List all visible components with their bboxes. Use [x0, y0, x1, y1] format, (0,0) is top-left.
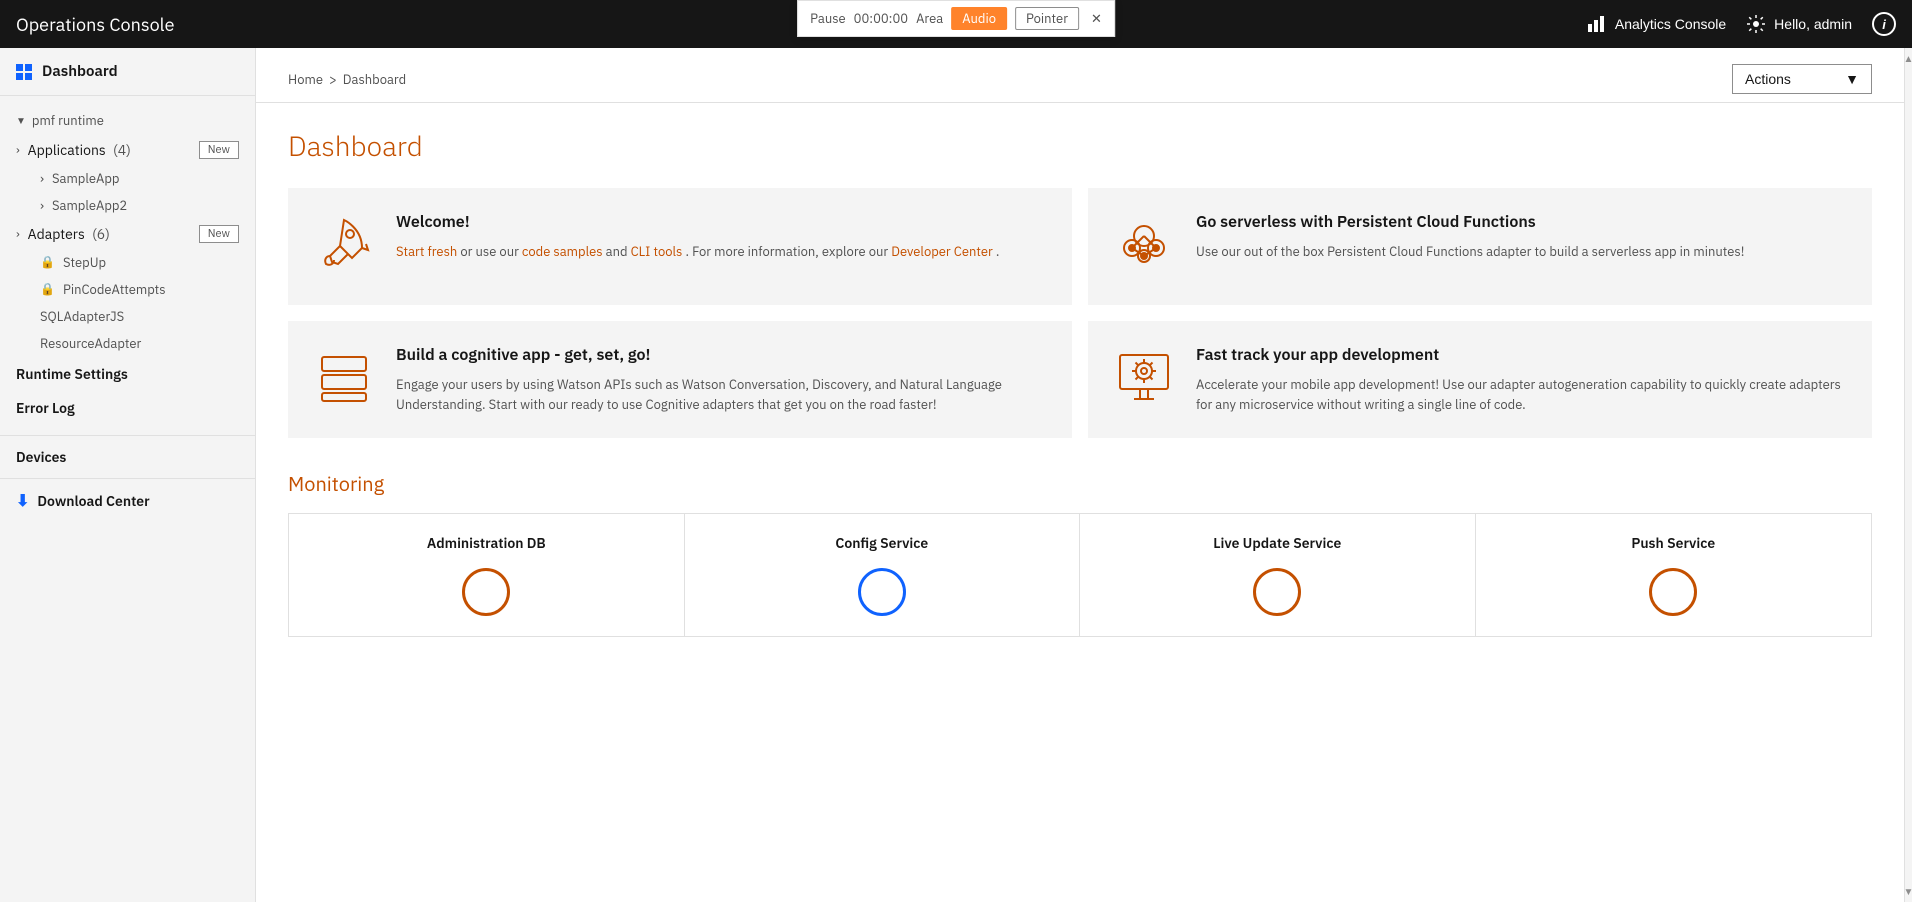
sidebar-item-sqladapter[interactable]: SQLAdapterJS	[0, 303, 255, 330]
area-label: Area	[916, 10, 943, 27]
monitoring-title: Monitoring	[288, 470, 1872, 497]
sidebar: Dashboard ▼ pmf runtime › Applications (…	[0, 48, 256, 902]
breadcrumb-current: Dashboard	[343, 71, 406, 88]
chevron-down-icon: ▼	[16, 114, 26, 127]
pointer-button[interactable]: Pointer	[1015, 7, 1079, 30]
audio-button[interactable]: Audio	[951, 7, 1007, 30]
main-layout: Dashboard ▼ pmf runtime › Applications (…	[0, 48, 1912, 902]
applications-row[interactable]: › Applications (4) New	[0, 135, 255, 165]
sidebar-dashboard-label: Dashboard	[42, 62, 118, 81]
cognitive-card-body: Engage your users by using Watson APIs s…	[396, 375, 1048, 414]
hello-label: Hello, admin	[1774, 16, 1852, 32]
chevron-down-icon: ▼	[1845, 71, 1859, 87]
info-icon: i	[1882, 17, 1886, 32]
start-fresh-link[interactable]: Start fresh	[396, 243, 457, 260]
fasttrack-card: Fast track your app development Accelera…	[1088, 321, 1872, 438]
info-button[interactable]: i	[1872, 12, 1896, 36]
sampleapp-chevron: ›	[40, 170, 44, 187]
adapters-chevron: ›	[16, 227, 20, 242]
welcome-card: Welcome! Start fresh or use our code sam…	[288, 188, 1072, 305]
fasttrack-card-title: Fast track your app development	[1196, 345, 1848, 365]
cognitive-card: Build a cognitive app - get, set, go! En…	[288, 321, 1072, 438]
serverless-card-body: Use our out of the box Persistent Cloud …	[1196, 242, 1744, 262]
breadcrumb: Home > Dashboard	[288, 71, 406, 88]
sidebar-dashboard[interactable]: Dashboard	[0, 48, 255, 96]
gear-monitor-icon	[1112, 345, 1176, 414]
sidebar-item-resourceadapter[interactable]: ResourceAdapter	[0, 330, 255, 357]
cli-tools-link[interactable]: CLI tools	[631, 243, 683, 260]
analytics-console-button[interactable]: Analytics Console	[1587, 14, 1726, 34]
topbar-left: Operations Console	[16, 13, 174, 36]
sidebar-item-stepup[interactable]: 🔒 StepUp	[0, 249, 255, 276]
config-service-indicator	[858, 568, 906, 616]
topbar: Operations Console Pause 00:00:00 Area A…	[0, 0, 1912, 48]
page-title: Dashboard	[288, 127, 1872, 164]
lock-icon: 🔒	[40, 255, 55, 270]
grid-icon	[16, 64, 32, 80]
monitoring-config-service: Config Service	[685, 514, 1081, 636]
actions-label: Actions	[1745, 71, 1791, 87]
runtime-label: pmf runtime	[32, 112, 104, 129]
runtime-section: ▼ pmf runtime › Applications (4) New › S…	[0, 96, 255, 436]
applications-badge: New	[199, 141, 239, 159]
monitoring-live-update: Live Update Service	[1080, 514, 1476, 636]
monitoring-admin-db: Administration DB	[289, 514, 685, 636]
sidebar-item-error-log[interactable]: Error Log	[0, 391, 255, 425]
serverless-card: Go serverless with Persistent Cloud Func…	[1088, 188, 1872, 305]
adapters-label: Adapters (6)	[28, 225, 110, 243]
sampleapp2-chevron: ›	[40, 197, 44, 214]
time-display: 00:00:00	[854, 10, 908, 27]
main-content: Home > Dashboard Actions ▼ Dashboard	[256, 48, 1904, 902]
welcome-card-title: Welcome!	[396, 212, 999, 232]
sidebar-item-devices[interactable]: Devices	[0, 436, 255, 479]
overlay-close-button[interactable]: ✕	[1091, 10, 1102, 27]
download-icon: ⬇	[16, 491, 29, 511]
cloud-icon	[1112, 212, 1176, 281]
monitoring-grid: Administration DB Config Service Live Up…	[288, 513, 1872, 637]
sidebar-item-download-center[interactable]: ⬇ Download Center	[0, 479, 255, 523]
lock-icon-2: 🔒	[40, 282, 55, 297]
settings-icon	[1746, 14, 1766, 34]
breadcrumb-home[interactable]: Home	[288, 71, 323, 88]
applications-label: Applications (4)	[28, 141, 131, 159]
live-update-indicator	[1253, 568, 1301, 616]
adapters-row[interactable]: › Adapters (6) New	[0, 219, 255, 249]
cards-grid: Welcome! Start fresh or use our code sam…	[288, 188, 1872, 438]
scrollbar[interactable]: ▲ ▼	[1904, 48, 1912, 902]
sidebar-item-sampleapp[interactable]: › SampleApp	[0, 165, 255, 192]
hello-admin-button[interactable]: Hello, admin	[1746, 14, 1852, 34]
analytics-label: Analytics Console	[1615, 16, 1726, 32]
content-header: Home > Dashboard Actions ▼	[256, 48, 1904, 103]
rocket-icon	[312, 212, 376, 281]
topbar-title: Operations Console	[16, 13, 174, 36]
overlay-bar: Pause 00:00:00 Area Audio Pointer ✕	[797, 0, 1115, 37]
sidebar-item-runtime-settings[interactable]: Runtime Settings	[0, 357, 255, 391]
content-body: Dashboard Welcome!	[256, 103, 1904, 661]
actions-dropdown[interactable]: Actions ▼	[1732, 64, 1872, 94]
push-service-indicator	[1649, 568, 1697, 616]
topbar-right: Analytics Console Hello, admin i	[1587, 12, 1896, 36]
sidebar-item-sampleapp2[interactable]: › SampleApp2	[0, 192, 255, 219]
admin-db-indicator	[462, 568, 510, 616]
fasttrack-card-body: Accelerate your mobile app development! …	[1196, 375, 1848, 414]
code-samples-link[interactable]: code samples	[522, 243, 603, 260]
chart-icon	[1587, 14, 1607, 34]
adapters-badge: New	[199, 225, 239, 243]
developer-center-link[interactable]: Developer Center	[891, 243, 993, 260]
pause-label[interactable]: Pause	[810, 10, 846, 27]
runtime-header[interactable]: ▼ pmf runtime	[0, 106, 255, 135]
sidebar-item-pincode[interactable]: 🔒 PinCodeAttempts	[0, 276, 255, 303]
layers-icon	[312, 345, 376, 414]
monitoring-push-service: Push Service	[1476, 514, 1872, 636]
breadcrumb-separator: >	[329, 71, 337, 88]
serverless-card-title: Go serverless with Persistent Cloud Func…	[1196, 212, 1744, 232]
cognitive-card-title: Build a cognitive app - get, set, go!	[396, 345, 1048, 365]
applications-chevron: ›	[16, 143, 20, 158]
